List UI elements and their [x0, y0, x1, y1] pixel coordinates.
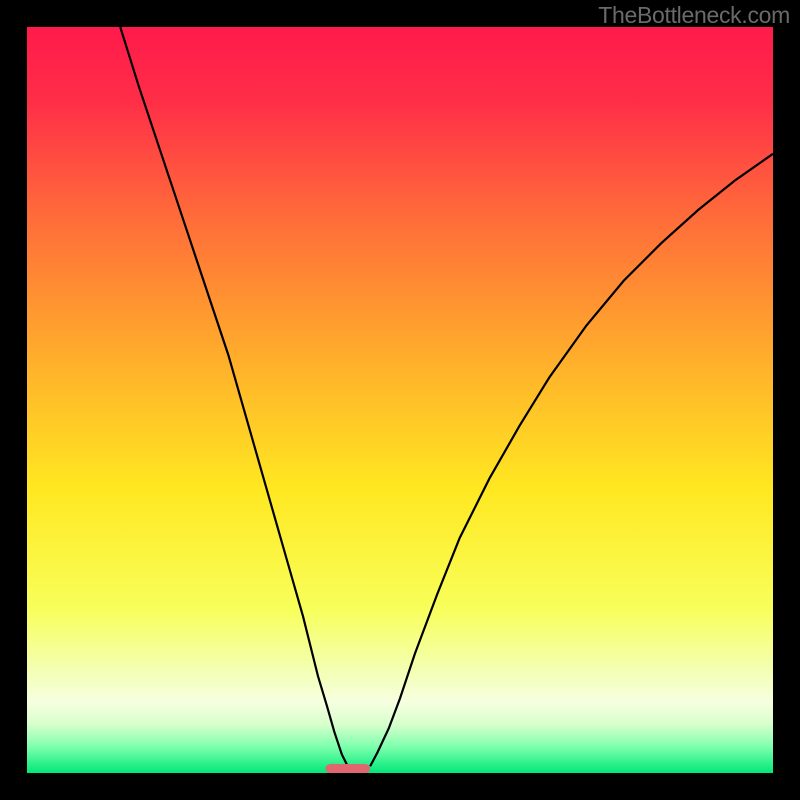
watermark-text: TheBottleneck.com [598, 2, 790, 29]
gradient-background [27, 27, 773, 773]
bottleneck-marker [325, 764, 370, 773]
chart-frame: TheBottleneck.com [0, 0, 800, 800]
chart-plot-area [27, 27, 773, 773]
chart-svg [27, 27, 773, 773]
